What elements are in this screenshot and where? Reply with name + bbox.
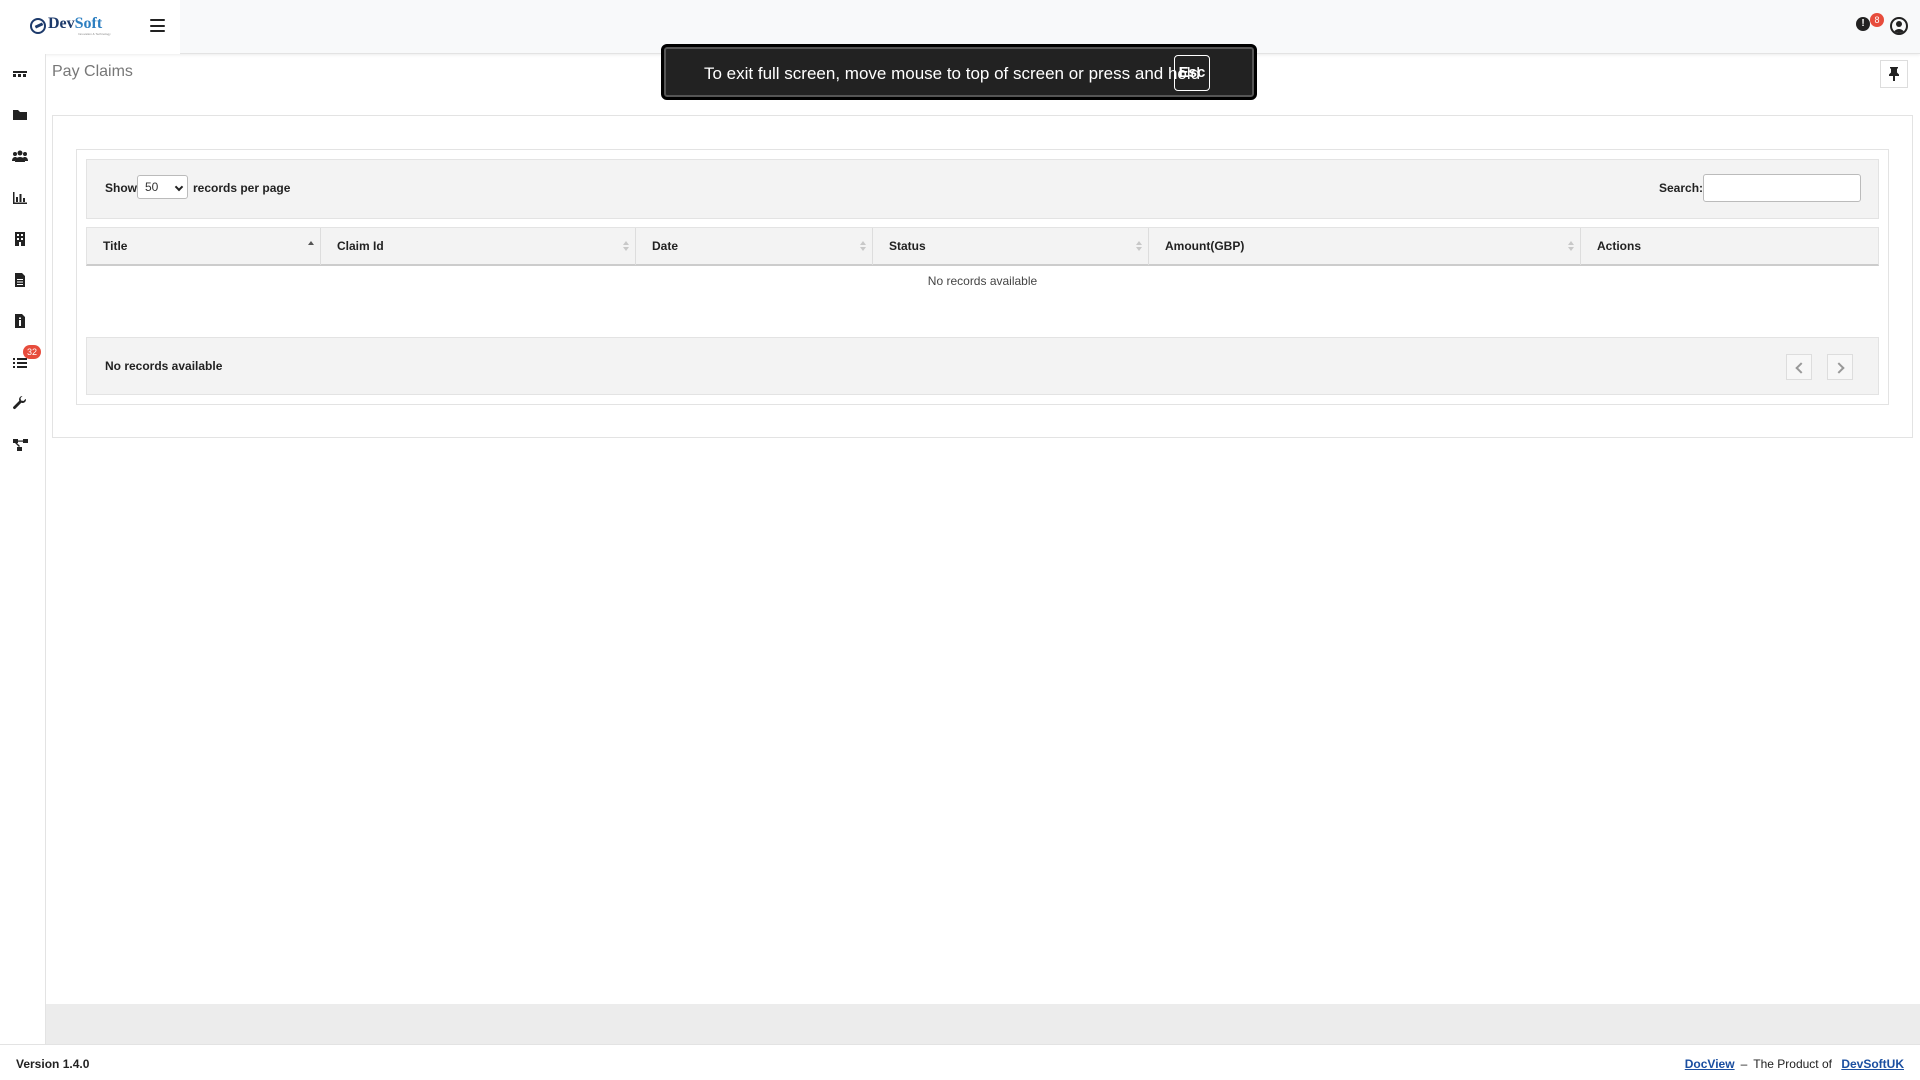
devsoft-logo[interactable]: DevSoft Innovation & Technology	[30, 15, 111, 36]
column-header-date[interactable]: Date	[636, 228, 873, 265]
next-page-button[interactable]	[1827, 354, 1853, 380]
logo-mark-icon	[30, 18, 46, 34]
page-footer: Version 1.4.0 DocView – The Product of Dev…	[0, 1044, 1920, 1080]
pin-button[interactable]	[1880, 60, 1908, 88]
table-footer: No records available	[86, 337, 1879, 395]
devsoftuk-link[interactable]: DevSoftUK	[1841, 1057, 1904, 1071]
sidebar-item-folders[interactable]	[10, 105, 30, 125]
table-header: Title Claim Id Date Status Amount(GBP) A…	[86, 227, 1879, 266]
footer-credits: DocView – The Product of DevSoftUK	[1685, 1057, 1904, 1071]
esc-key: Esc	[1174, 55, 1210, 91]
sort-icon	[1136, 241, 1142, 252]
sort-icon	[1568, 241, 1574, 252]
sidebar-item-workflow[interactable]	[10, 435, 30, 455]
page-size-value: 50	[145, 180, 159, 194]
logo-text-soft: Soft	[74, 15, 103, 32]
users-icon	[12, 150, 28, 162]
column-header-amount[interactable]: Amount(GBP)	[1149, 228, 1581, 265]
sidebar-item-tools[interactable]	[10, 394, 30, 414]
version-label: Version 1.4.0	[16, 1057, 90, 1071]
search-label: Search:	[1659, 181, 1704, 195]
empty-table-message: No records available	[927, 274, 1038, 288]
fullscreen-notice-text: To exit full screen, move mouse to top o…	[704, 64, 1201, 83]
chevron-down-icon	[174, 182, 184, 192]
table-toolbar: Show 50 records per page Search:	[86, 159, 1879, 219]
sidebar-item-file-info[interactable]	[10, 311, 30, 331]
bar-chart-icon	[13, 192, 27, 204]
table-info: No records available	[105, 359, 223, 373]
sidebar-item-dashboard[interactable]	[10, 64, 30, 84]
brand-area: DevSoft Innovation & Technology	[0, 0, 180, 54]
page-title: Pay Claims	[52, 63, 133, 80]
footer-separator: –	[1740, 1057, 1748, 1071]
folder-icon	[13, 110, 27, 120]
dashboard-icon	[13, 71, 27, 77]
menu-toggle-icon[interactable]	[150, 19, 165, 32]
document-icon	[15, 273, 25, 287]
content-bottom-strip	[46, 1004, 1920, 1044]
tasks-count-badge: 32	[23, 345, 41, 359]
column-header-status[interactable]: Status	[873, 228, 1149, 265]
file-info-icon	[15, 314, 25, 328]
column-header-actions: Actions	[1597, 239, 1642, 253]
sort-icon	[623, 241, 629, 252]
wrench-icon	[13, 396, 27, 410]
column-header-claim-id[interactable]: Claim Id	[321, 228, 636, 265]
previous-page-button[interactable]	[1786, 354, 1812, 380]
sidebar-item-documents[interactable]	[10, 270, 30, 290]
product-of-text: The Product of	[1753, 1057, 1832, 1071]
user-account-icon[interactable]	[1890, 17, 1908, 35]
show-label: Show	[105, 181, 137, 195]
sidebar: 32	[0, 54, 46, 1044]
docview-link[interactable]: DocView	[1685, 1057, 1735, 1071]
logo-text-dev: Dev	[48, 15, 75, 32]
sidebar-item-tasks[interactable]: 32	[10, 345, 41, 373]
sidebar-item-buildings[interactable]	[10, 229, 30, 249]
workflow-icon	[13, 439, 28, 451]
pin-icon	[1889, 67, 1899, 81]
search-input[interactable]	[1703, 174, 1861, 202]
sidebar-item-users[interactable]	[10, 146, 30, 166]
records-per-page-label: records per page	[193, 181, 291, 195]
alert-icon[interactable]: !	[1856, 17, 1870, 31]
sort-ascending-icon	[308, 241, 314, 252]
sidebar-item-reports[interactable]	[10, 188, 30, 208]
logo-tagline: Innovation & Technology	[78, 32, 111, 36]
building-icon	[15, 232, 25, 246]
fullscreen-notice: To exit full screen, move mouse to top o…	[661, 44, 1257, 100]
page-size-select[interactable]: 50	[137, 175, 188, 199]
column-header-title[interactable]: Title	[87, 228, 321, 265]
sort-icon	[860, 241, 866, 252]
notification-badge: 8	[1870, 13, 1884, 27]
